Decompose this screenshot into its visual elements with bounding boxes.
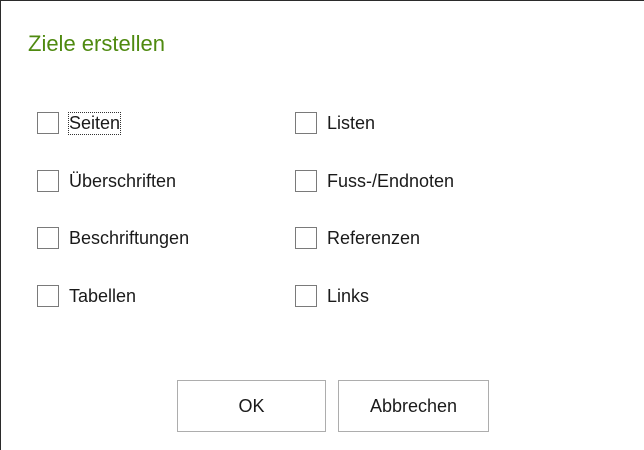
checkbox-referenzen-box[interactable]	[295, 227, 317, 249]
dialog-title: Ziele erstellen	[28, 31, 165, 56]
cancel-button[interactable]: Abbrechen	[338, 380, 489, 432]
checkbox-listen-label: Listen	[327, 112, 376, 133]
checkbox-tabellen-box[interactable]	[37, 285, 59, 307]
checkbox-listen[interactable]: Listen	[295, 110, 375, 136]
checkbox-links[interactable]: Links	[295, 283, 369, 309]
checkbox-ueberschriften[interactable]: Überschriften	[37, 168, 176, 194]
checkbox-beschriftungen[interactable]: Beschriftungen	[37, 225, 189, 251]
checkbox-beschriftungen-box[interactable]	[37, 227, 59, 249]
checkbox-referenzen-label: Referenzen	[327, 227, 421, 248]
create-targets-dialog: Ziele erstellen Seiten Überschriften Bes…	[0, 0, 644, 450]
checkbox-fussnoten-box[interactable]	[295, 170, 317, 192]
checkbox-fussnoten-label: Fuss-/Endnoten	[327, 170, 455, 191]
checkbox-referenzen[interactable]: Referenzen	[295, 225, 420, 251]
checkbox-listen-box[interactable]	[295, 112, 317, 134]
checkbox-beschriftungen-label: Beschriftungen	[69, 227, 190, 248]
checkbox-tabellen[interactable]: Tabellen	[37, 283, 136, 309]
checkbox-seiten-label: Seiten	[67, 111, 122, 135]
ok-button[interactable]: OK	[177, 380, 326, 432]
checkbox-links-box[interactable]	[295, 285, 317, 307]
checkbox-ueberschriften-box[interactable]	[37, 170, 59, 192]
checkbox-links-label: Links	[327, 285, 370, 306]
checkbox-fussnoten[interactable]: Fuss-/Endnoten	[295, 168, 454, 194]
checkbox-ueberschriften-label: Überschriften	[69, 170, 177, 191]
checkbox-seiten[interactable]: Seiten	[37, 110, 122, 136]
checkbox-seiten-box[interactable]	[37, 112, 59, 134]
checkbox-tabellen-label: Tabellen	[69, 285, 137, 306]
